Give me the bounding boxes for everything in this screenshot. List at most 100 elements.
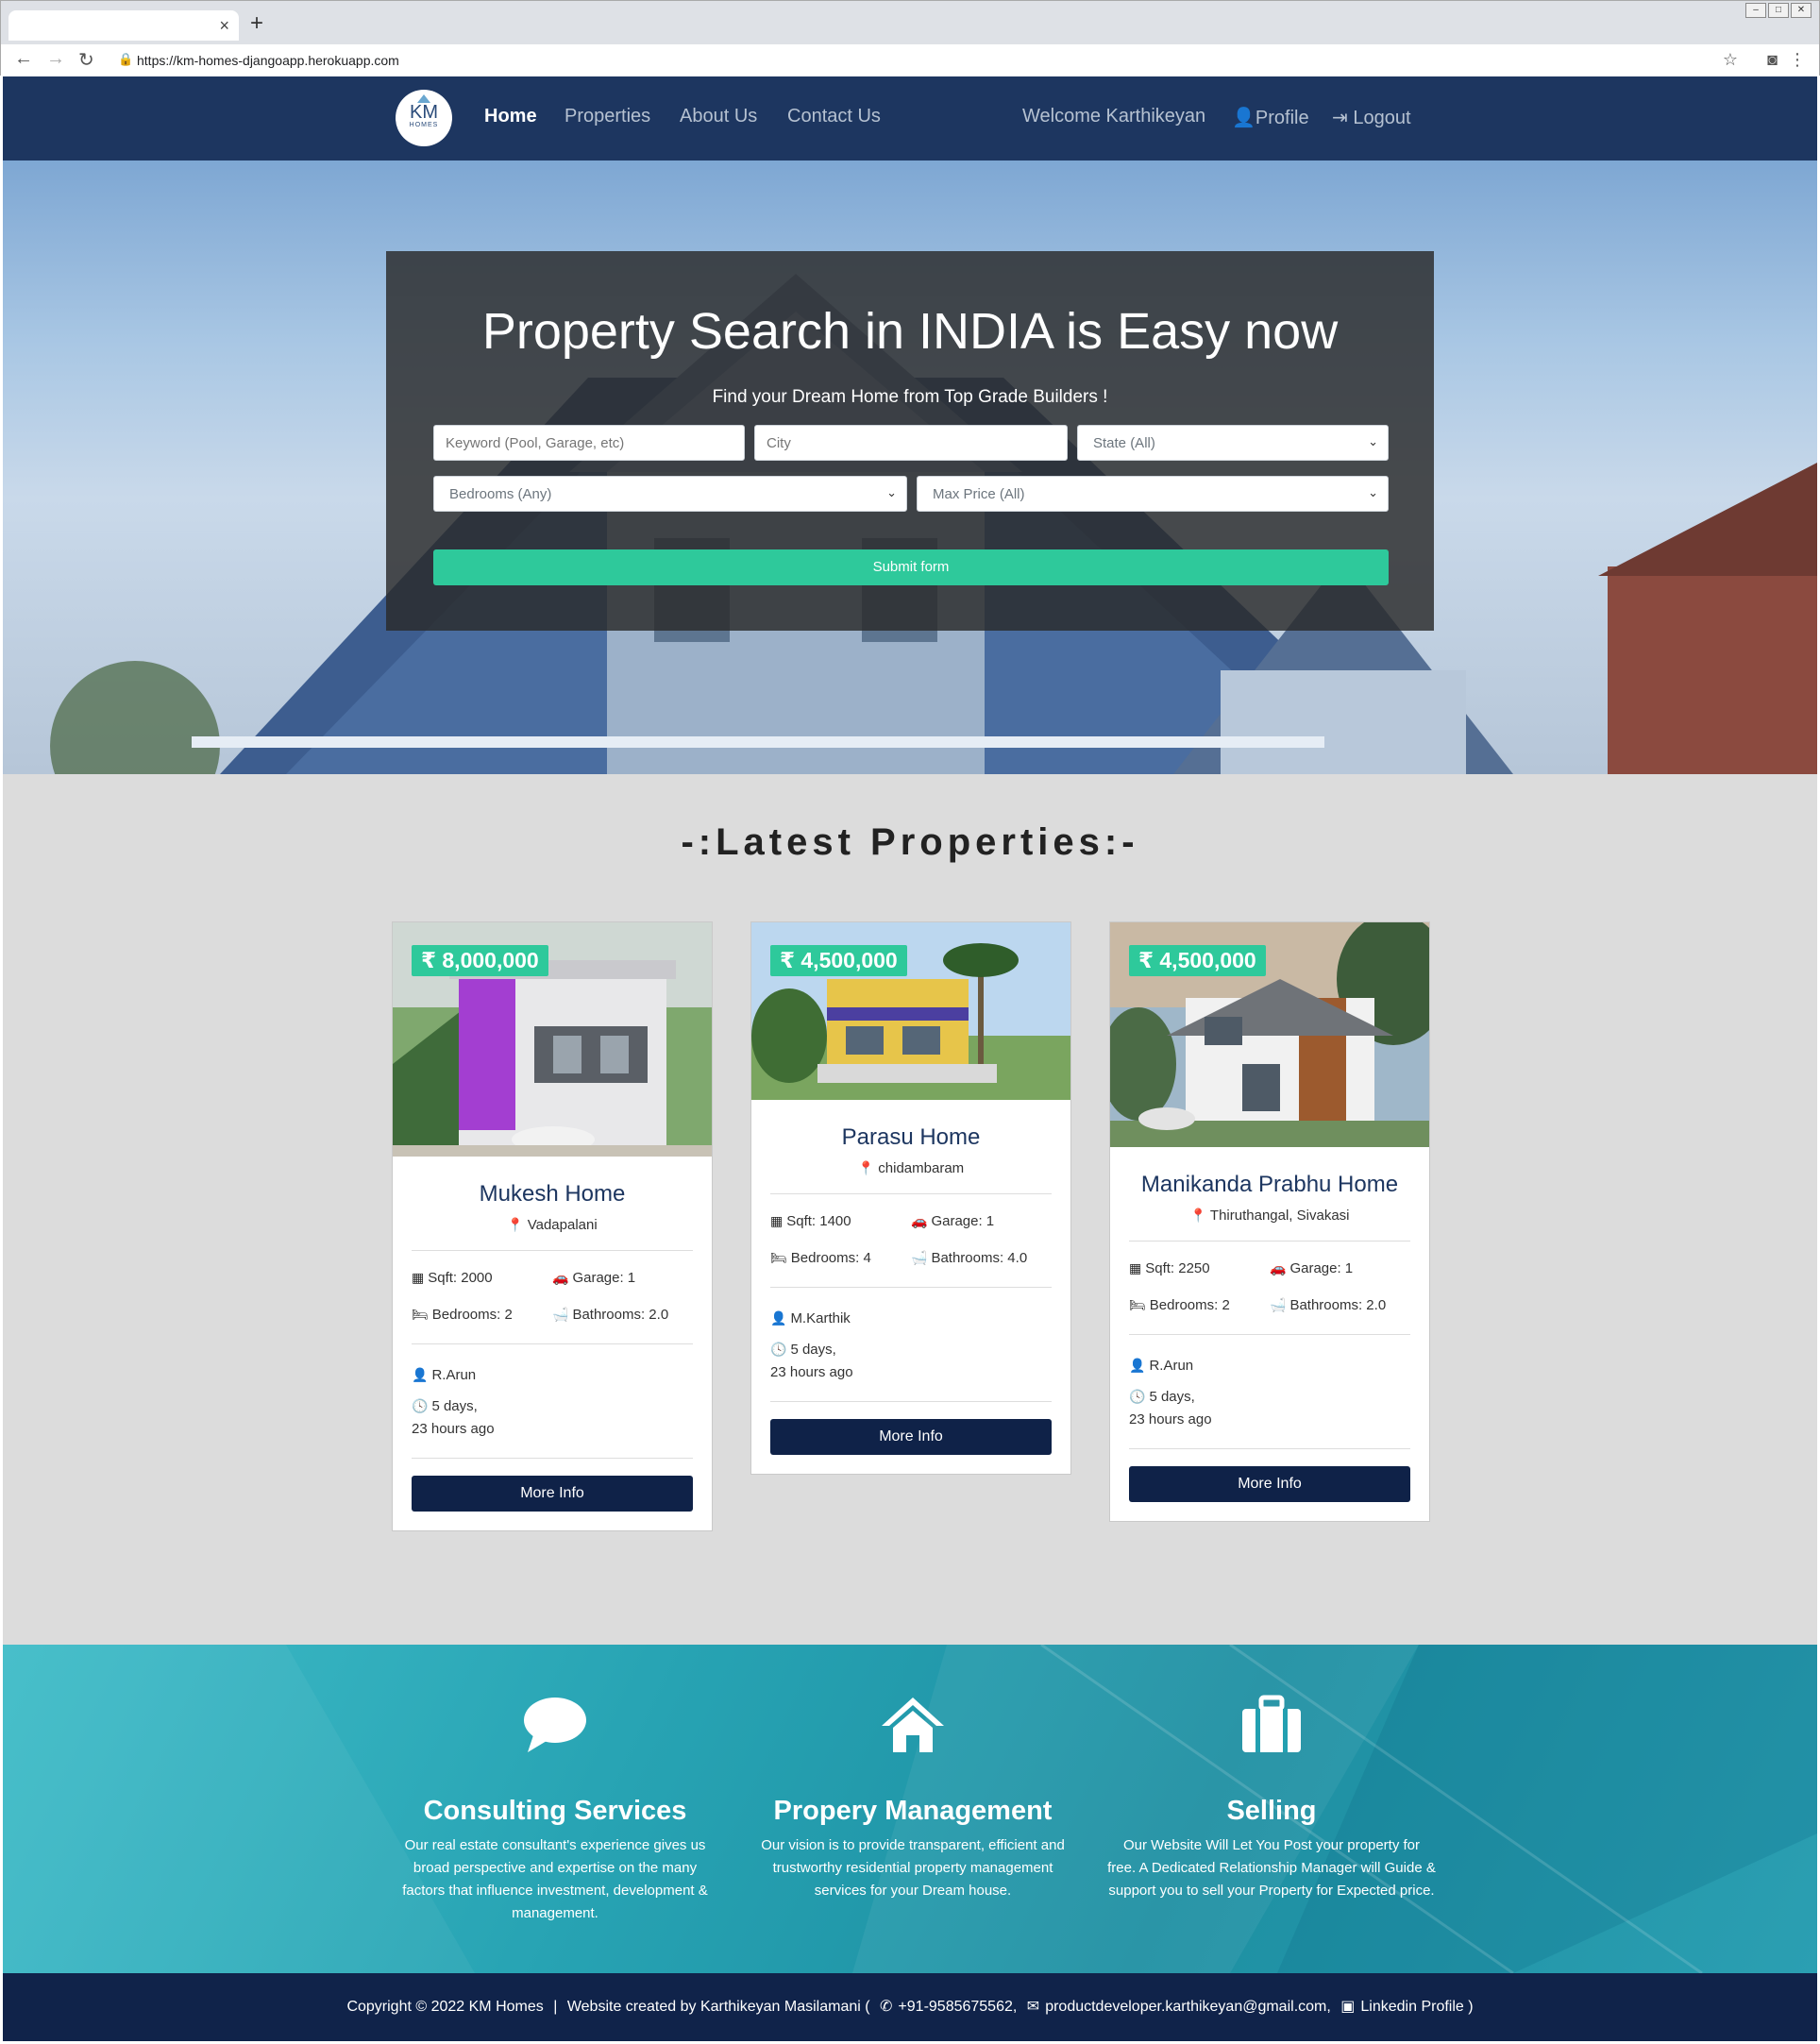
nav-contact-us[interactable]: Contact Us: [787, 106, 881, 127]
clock-icon: 🕓: [1129, 1389, 1146, 1404]
more-info-button[interactable]: More Info: [412, 1476, 693, 1512]
camera-icon[interactable]: ◙: [1767, 50, 1778, 70]
divider: [412, 1250, 693, 1251]
back-icon[interactable]: ←: [14, 48, 33, 70]
submit-form-button[interactable]: Submit form: [433, 549, 1389, 585]
service-consulting: Consulting Services Our real estate cons…: [385, 1645, 725, 1925]
realtor-info: 👤 R.Arun 🕓 5 days, 23 hours ago: [412, 1363, 693, 1441]
email-link[interactable]: productdeveloper.karthikeyan@gmail.com,: [1045, 1999, 1331, 2015]
footer-separator: |: [553, 1999, 558, 2015]
new-tab-icon[interactable]: +: [250, 10, 263, 37]
property-image[interactable]: ₹ 8,000,000: [393, 922, 712, 1157]
property-card: ₹ 8,000,000 Mukesh Home 📍 Vadapalani ▦ Sqf…: [392, 921, 713, 1531]
chevron-down-icon: ⌄: [886, 485, 897, 499]
property-title[interactable]: Manikanda Prabhu Home: [1129, 1172, 1410, 1198]
nav-about-us[interactable]: About Us: [680, 106, 757, 127]
property-card: ₹ 4,500,000 Parasu Home 📍 chidambaram ▦ Sq…: [750, 921, 1071, 1475]
bath-icon: 🛁: [911, 1250, 928, 1265]
map-marker-icon: 📍: [507, 1217, 524, 1232]
property-location: 📍 Vadapalani: [507, 1217, 598, 1233]
bed-icon: 🛏: [770, 1250, 787, 1265]
clock-icon: 🕓: [770, 1342, 787, 1357]
divider: [770, 1287, 1052, 1288]
nav-profile[interactable]: 👤Profile: [1232, 106, 1309, 129]
property-title[interactable]: Parasu Home: [770, 1124, 1052, 1151]
grid-icon: ▦: [1129, 1260, 1142, 1275]
nav-logout[interactable]: ⇥ Logout: [1332, 106, 1411, 129]
bath-icon: 🛁: [552, 1307, 569, 1322]
user-icon: 👤: [1129, 1358, 1146, 1373]
property-image[interactable]: ₹ 4,500,000: [751, 922, 1070, 1100]
window-controls: – □ ✕: [1745, 3, 1812, 18]
latest-properties-title: -:Latest Properties:-: [681, 821, 1139, 863]
user-icon: 👤: [1232, 108, 1255, 128]
hero-subtitle: Find your Dream Home from Top Grade Buil…: [712, 387, 1108, 407]
property-features: ▦ Sqft: 1400 🚗 Garage: 1 🛏 Bedrooms: 4 🛁 Bat…: [770, 1213, 1028, 1266]
linkedin-link[interactable]: Linkedin Profile ): [1360, 1999, 1473, 2015]
more-info-button[interactable]: More Info: [770, 1419, 1052, 1455]
chevron-down-icon: ⌄: [1368, 434, 1378, 448]
state-select[interactable]: State (All) ⌄: [1077, 425, 1389, 461]
property-image[interactable]: ₹ 4,500,000: [1110, 922, 1429, 1147]
linkedin-icon: ▣: [1340, 1999, 1356, 2015]
bookmark-star-icon[interactable]: ☆: [1723, 50, 1738, 70]
divider: [412, 1458, 693, 1459]
welcome-text: Welcome Karthikeyan: [1022, 106, 1206, 127]
phone-link[interactable]: +91-9585675562,: [898, 1999, 1017, 2015]
divider: [1129, 1334, 1410, 1335]
divider: [412, 1343, 693, 1344]
city-input[interactable]: [754, 425, 1068, 461]
property-card: ₹ 4,500,000 Manikanda Prabhu Home 📍 Thiru…: [1109, 921, 1430, 1522]
close-window-icon[interactable]: ✕: [1791, 3, 1812, 18]
price-badge: ₹ 8,000,000: [412, 945, 548, 976]
car-icon: 🚗: [552, 1270, 569, 1285]
services-section: Consulting Services Our real estate cons…: [3, 1645, 1817, 1973]
copyright-text: Copyright © 2022 KM Homes: [346, 1999, 544, 2015]
bed-icon: 🛏: [412, 1307, 429, 1322]
reload-icon[interactable]: ↻: [78, 48, 94, 72]
realtor-info: 👤 R.Arun 🕓 5 days, 23 hours ago: [1129, 1354, 1410, 1431]
nav-home[interactable]: Home: [484, 106, 537, 127]
km-homes-logo[interactable]: KM HOMES: [396, 90, 452, 146]
more-info-button[interactable]: More Info: [1129, 1466, 1410, 1502]
comment-icon: [524, 1698, 586, 1752]
price-badge: ₹ 4,500,000: [1129, 945, 1266, 976]
max-price-select[interactable]: Max Price (All) ⌄: [917, 476, 1389, 512]
price-badge: ₹ 4,500,000: [770, 945, 907, 976]
divider: [770, 1193, 1052, 1194]
bedrooms-select[interactable]: Bedrooms (Any) ⌄: [433, 476, 907, 512]
property-features: ▦ Sqft: 2000 🚗 Garage: 1 🛏 Bedrooms: 2 🛁 Bat…: [412, 1270, 669, 1323]
url-text: https://km-homes-djangoapp.herokuapp.com: [137, 53, 399, 68]
lock-icon: 🔒: [118, 52, 134, 66]
user-icon: 👤: [770, 1310, 787, 1326]
grid-icon: ▦: [770, 1213, 784, 1228]
latest-properties-section: -:Latest Properties:- ₹ 8,000,000 Mukesh…: [3, 774, 1817, 1645]
nav-properties[interactable]: Properties: [565, 106, 650, 127]
chevron-down-icon: ⌄: [1368, 485, 1378, 499]
tab-close-icon[interactable]: ×: [219, 16, 229, 36]
property-title[interactable]: Mukesh Home: [412, 1181, 693, 1208]
browser-chrome: × + – □ ✕ ← → ↻ 🔒 https://km-homes-djang…: [0, 0, 1820, 76]
keyword-input[interactable]: [433, 425, 745, 461]
car-icon: 🚗: [911, 1213, 928, 1228]
site-navbar: KM HOMES Home Properties About Us Contac…: [3, 76, 1817, 160]
created-by-text: Website created by Karthikeyan Masilaman…: [566, 1999, 870, 2015]
envelope-icon: ✉: [1026, 1999, 1040, 2015]
menu-dots-icon[interactable]: ⋮: [1789, 50, 1806, 70]
divider: [1129, 1448, 1410, 1449]
user-icon: 👤: [412, 1367, 429, 1382]
address-bar[interactable]: 🔒 https://km-homes-djangoapp.herokuapp.c…: [112, 48, 1717, 73]
phone-icon: ✆: [880, 1999, 893, 2015]
hero-section: Property Search in INDIA is Easy now Fin…: [3, 160, 1817, 774]
minimize-icon[interactable]: –: [1745, 3, 1766, 18]
hero-title: Property Search in INDIA is Easy now: [481, 303, 1339, 360]
browser-toolbar: ← → ↻ 🔒 https://km-homes-djangoapp.herok…: [1, 44, 1819, 76]
browser-tab[interactable]: ×: [8, 10, 239, 41]
home-icon: [882, 1698, 944, 1752]
service-selling: Selling Our Website Will Let You Post yo…: [1102, 1645, 1441, 1902]
map-marker-icon: 📍: [1189, 1208, 1206, 1223]
property-location: 📍 chidambaram: [857, 1160, 965, 1176]
car-icon: 🚗: [1270, 1260, 1287, 1275]
forward-icon[interactable]: →: [46, 48, 65, 70]
maximize-icon[interactable]: □: [1768, 3, 1789, 18]
